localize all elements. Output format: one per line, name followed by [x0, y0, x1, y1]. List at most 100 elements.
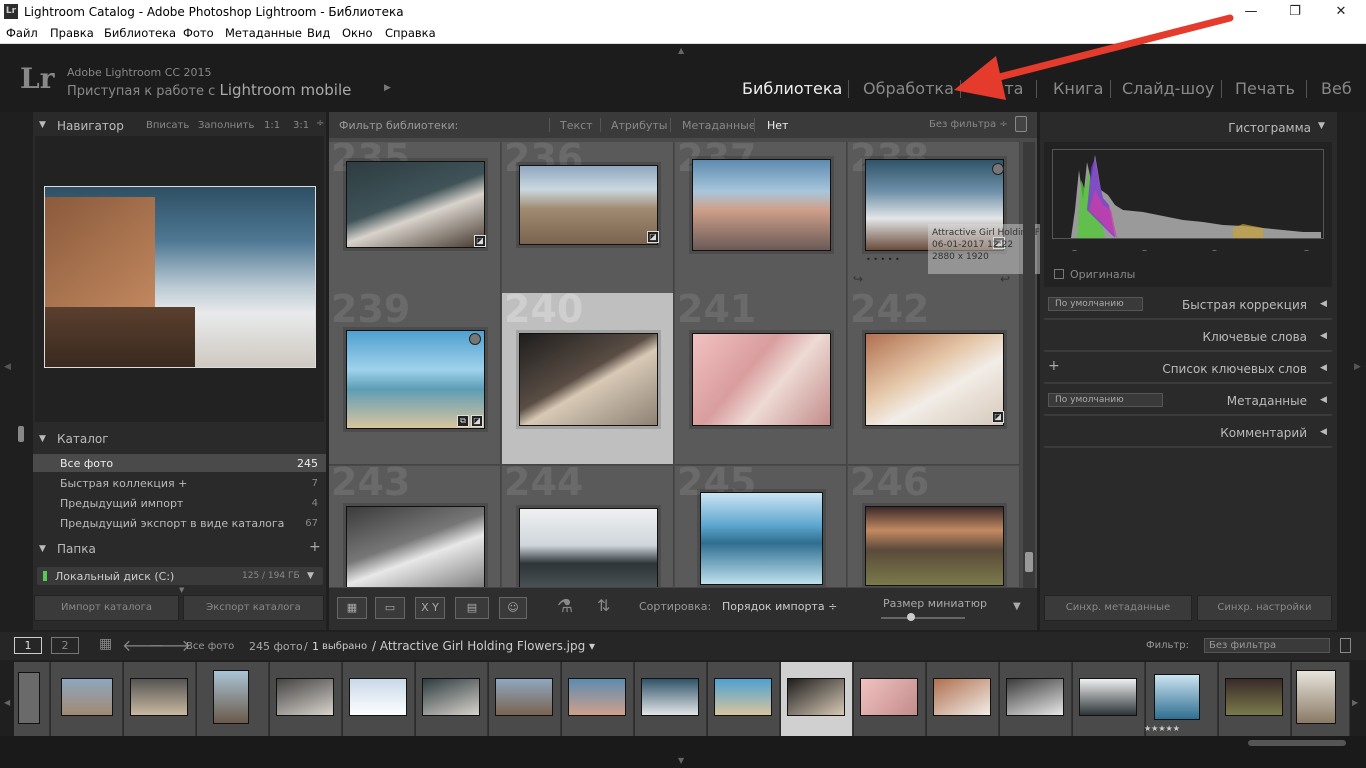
- folder-local-disk[interactable]: Локальный диск (C:) 125 / 194 ГБ ▼: [37, 567, 323, 585]
- menu-edit[interactable]: Правка: [50, 26, 94, 40]
- film-cell[interactable]: ★★★★★: [1144, 662, 1218, 736]
- module-library[interactable]: Библиотека: [742, 79, 842, 98]
- edited-badge-icon[interactable]: ◪: [474, 235, 486, 247]
- filmstrip-right-icon[interactable]: ▶: [1352, 698, 1358, 707]
- film-cell[interactable]: [854, 662, 926, 736]
- filter-attribute[interactable]: Атрибуты: [611, 119, 667, 132]
- comments-toggle-icon[interactable]: ◀: [1320, 427, 1327, 437]
- nav-zoom-3-1[interactable]: 3:1: [293, 120, 309, 131]
- grid-view-icon[interactable]: ▦: [337, 597, 367, 619]
- edited-badge-icon[interactable]: ◪: [647, 231, 659, 243]
- nav-zoom-1-1[interactable]: 1:1: [264, 120, 280, 131]
- people-view-icon[interactable]: ☺: [499, 597, 527, 619]
- histogram-toggle-icon[interactable]: ▼: [1318, 121, 1325, 131]
- add-folder-icon[interactable]: +: [309, 539, 321, 555]
- painter-icon[interactable]: ⚗: [557, 596, 573, 617]
- thumb-size-slider[interactable]: [881, 613, 965, 621]
- menu-photo[interactable]: Фото: [183, 26, 214, 40]
- film-thumb[interactable]: [1154, 674, 1200, 720]
- film-cell[interactable]: [1219, 662, 1291, 736]
- film-thumb[interactable]: [787, 678, 845, 716]
- forward-arrow-icon[interactable]: 🡒: [148, 635, 191, 655]
- film-cell[interactable]: [343, 662, 415, 736]
- navigator-toggle-icon[interactable]: ▼: [39, 120, 46, 130]
- export-catalog-button[interactable]: Экспорт каталога: [183, 595, 324, 621]
- photo-thumbnail[interactable]: [519, 165, 658, 245]
- grid-cell[interactable]: 236 ◪: [502, 142, 674, 314]
- compare-view-icon[interactable]: X Y: [415, 597, 445, 619]
- toolbar-menu-icon[interactable]: ▼: [1013, 601, 1021, 612]
- rating-stars[interactable]: • • • • •: [866, 255, 900, 264]
- film-thumb[interactable]: [1296, 670, 1336, 724]
- film-thumb[interactable]: [422, 678, 480, 716]
- sync-settings-button[interactable]: Синхр. настройки: [1197, 595, 1332, 621]
- filter-metadata[interactable]: Метаданные: [682, 119, 756, 132]
- menu-view[interactable]: Вид: [307, 26, 330, 40]
- grid-cell[interactable]: 246: [848, 466, 1020, 588]
- grid-cell[interactable]: 235 ◪: [329, 142, 501, 314]
- photo-thumbnail[interactable]: [692, 159, 831, 251]
- menu-library[interactable]: Библиотека: [104, 26, 176, 40]
- import-catalog-button[interactable]: Импорт каталога: [34, 595, 179, 621]
- film-cell-selected[interactable]: [781, 662, 853, 736]
- sort-dropdown[interactable]: Порядок импорта ÷: [722, 600, 837, 613]
- sync-metadata-button[interactable]: Синхр. метаданные: [1044, 595, 1192, 621]
- photo-thumbnail[interactable]: [692, 333, 831, 426]
- edited-badge-icon[interactable]: ◪: [471, 415, 483, 427]
- grid-scrollbar-track[interactable]: [1023, 142, 1035, 588]
- film-cell[interactable]: [635, 662, 707, 736]
- catalog-item-previous-export[interactable]: Предыдущий экспорт в виде каталога 67: [33, 514, 326, 532]
- flag-icon[interactable]: [469, 333, 481, 345]
- window-1-button[interactable]: 1: [14, 637, 42, 654]
- filmstrip-filter-dropdown[interactable]: Без фильтра: [1204, 638, 1330, 653]
- film-thumb[interactable]: [860, 678, 918, 716]
- module-web[interactable]: Веб: [1321, 79, 1352, 98]
- metadata-preset-dropdown[interactable]: По умолчанию: [1048, 393, 1163, 407]
- filmstrip-scrollbar[interactable]: [1248, 740, 1346, 746]
- selected-filename[interactable]: / Attractive Girl Holding Flowers.jpg ▾: [372, 639, 595, 653]
- nav-fill[interactable]: Заполнить: [198, 120, 254, 131]
- loupe-view-icon[interactable]: ▭: [375, 597, 405, 619]
- collapse-left-icon[interactable]: ◀: [4, 362, 11, 372]
- film-thumb[interactable]: [18, 672, 40, 724]
- collapse-top-icon[interactable]: ▲: [678, 46, 684, 55]
- grid-cell[interactable]: 237: [675, 142, 847, 314]
- keywording-toggle-icon[interactable]: ◀: [1320, 331, 1327, 341]
- film-cell[interactable]: [562, 662, 634, 736]
- thumb-size-slider-handle[interactable]: [907, 613, 915, 621]
- film-thumb[interactable]: [495, 678, 553, 716]
- film-thumb[interactable]: [276, 678, 334, 716]
- film-cell[interactable]: [197, 662, 269, 736]
- grid-cell[interactable]: 245: [675, 466, 847, 588]
- grid-scrollbar-thumb[interactable]: [1025, 552, 1033, 572]
- minimize-button[interactable]: —: [1236, 2, 1266, 22]
- maximize-button[interactable]: ❐: [1280, 2, 1310, 22]
- source-label[interactable]: Все фото: [186, 641, 234, 652]
- menu-window[interactable]: Окно: [342, 26, 373, 40]
- stack-badge-icon[interactable]: ⧉: [457, 415, 469, 427]
- menu-help[interactable]: Справка: [385, 26, 436, 40]
- window-2-button[interactable]: 2: [51, 637, 79, 654]
- film-cell[interactable]: [14, 662, 50, 736]
- filmstrip-lock-icon[interactable]: [1340, 638, 1351, 653]
- photo-thumbnail[interactable]: [346, 506, 485, 587]
- catalog-item-quick-collection[interactable]: Быстрая коллекция + 7: [33, 474, 326, 492]
- film-cell[interactable]: [489, 662, 561, 736]
- add-keyword-icon[interactable]: +: [1048, 358, 1060, 374]
- film-thumb[interactable]: [714, 678, 772, 716]
- metadata-toggle-icon[interactable]: ◀: [1320, 395, 1327, 405]
- catalog-item-previous-import[interactable]: Предыдущий импорт 4: [33, 494, 326, 512]
- nav-fit[interactable]: Вписать: [146, 120, 189, 131]
- navigator-preview-image[interactable]: [44, 186, 316, 368]
- grid-cell[interactable]: 244: [502, 466, 674, 588]
- film-thumb[interactable]: [349, 678, 407, 716]
- film-thumb[interactable]: [568, 678, 626, 716]
- photo-thumbnail[interactable]: [700, 492, 823, 585]
- folders-toggle-icon[interactable]: ▼: [39, 544, 46, 554]
- play-icon[interactable]: ▶: [384, 83, 391, 93]
- grid-cell[interactable]: 241: [675, 293, 847, 465]
- nav-zoom-stepper-icon[interactable]: ÷: [316, 118, 324, 129]
- rotate-left-icon[interactable]: ↪: [853, 272, 863, 286]
- film-cell[interactable]: [270, 662, 342, 736]
- photo-thumbnail[interactable]: [519, 508, 658, 587]
